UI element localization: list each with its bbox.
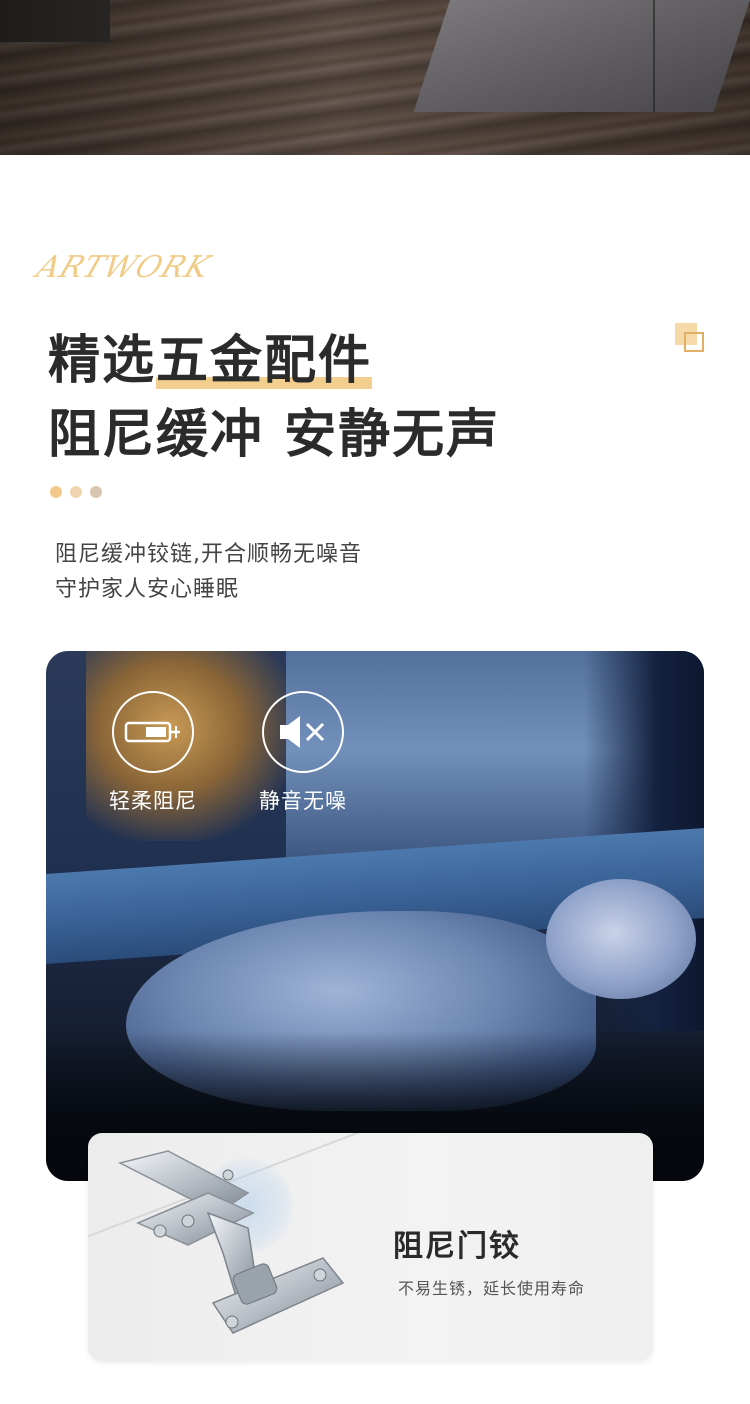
sleeping-baby-photo: 轻柔阻尼 静音无噪 xyxy=(46,651,704,1181)
feature-label: 轻柔阻尼 xyxy=(109,789,197,813)
title-highlight: 五金配件 xyxy=(156,318,373,393)
title-plain: 精选 xyxy=(48,331,157,391)
feature-label: 静音无噪 xyxy=(259,789,347,813)
mute-speaker-icon xyxy=(262,691,344,773)
top-floor-photo xyxy=(0,0,750,155)
decorative-dots xyxy=(50,486,102,498)
feature-soft-damping: 轻柔阻尼 xyxy=(98,691,208,815)
page-title-line-1: 精选五金配件 xyxy=(48,318,373,393)
hinge-product-card: 阻尼门铰 不易生锈，延长使用寿命 xyxy=(88,1133,653,1361)
artwork-script: ARTWORK xyxy=(31,250,216,285)
baby-head xyxy=(546,879,696,999)
dot-1 xyxy=(50,486,62,498)
floor-sheen xyxy=(0,0,750,155)
damping-hinge-image xyxy=(117,1150,345,1334)
description-line-1: 阻尼缓冲铰链,开合顺畅无噪音 xyxy=(55,542,362,567)
hinge-title: 阻尼门铰 xyxy=(393,1229,521,1264)
dot-2 xyxy=(70,486,82,498)
description-line-2: 守护家人安心睡眠 xyxy=(55,577,240,602)
decorative-squares-icon xyxy=(675,323,709,357)
dot-3 xyxy=(90,486,102,498)
page-title-line-2: 阻尼缓冲 安静无声 xyxy=(48,405,501,465)
feature-silent: 静音无噪 xyxy=(248,691,358,815)
soft-damping-icon xyxy=(112,691,194,773)
hinge-subtitle: 不易生锈，延长使用寿命 xyxy=(398,1279,586,1298)
